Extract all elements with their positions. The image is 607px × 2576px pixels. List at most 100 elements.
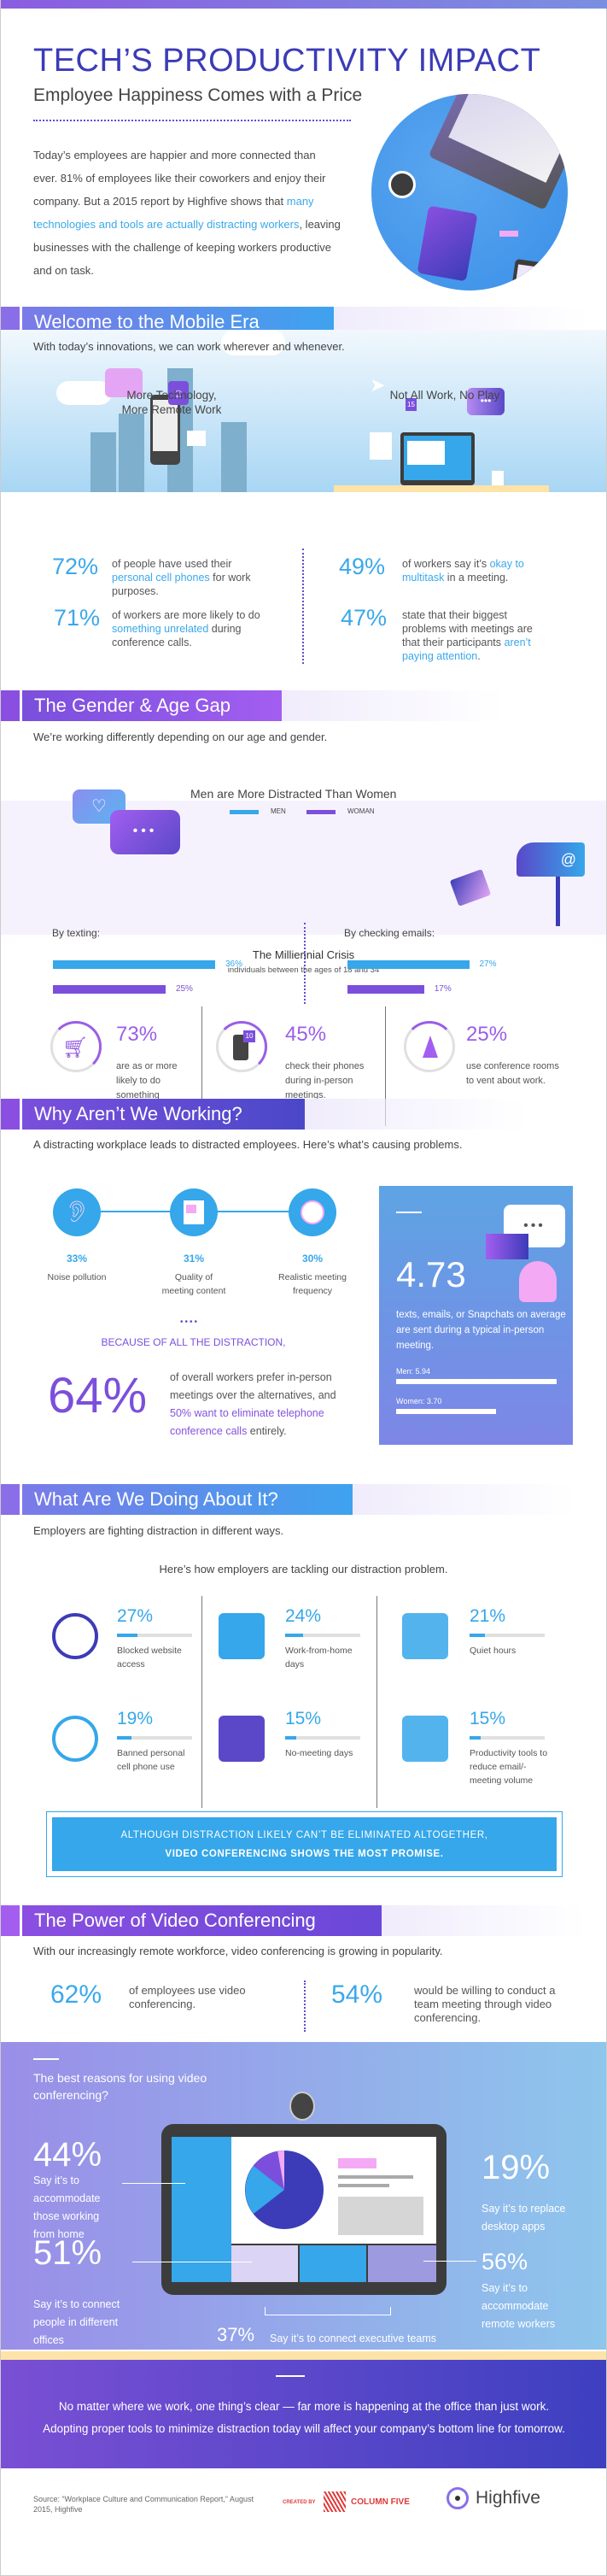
tactic-label: No-meeting days <box>285 1748 353 1758</box>
connector-44 <box>122 2183 185 2184</box>
clock-icon <box>289 1188 336 1236</box>
created-by-label: CREATED BY <box>283 2500 316 2505</box>
usb-icon <box>499 231 518 237</box>
laptop-icon <box>428 94 568 211</box>
accent-dash <box>33 2058 59 2060</box>
video-stat-54: 54% <box>331 1980 383 2009</box>
source-citation: Source: “Workplace Culture and Communica… <box>33 2495 254 2514</box>
mailbox-post <box>556 877 560 926</box>
tactic-label: Productivity tools to reduce email/-meet… <box>470 1748 548 1786</box>
closing-banner: No matter where we work, one thing’s cle… <box>1 2360 606 2468</box>
texting-men-bar <box>53 960 215 969</box>
coffee-cup-icon <box>388 171 416 198</box>
highfive-logo-icon <box>446 2487 469 2509</box>
notification-badge: 10 <box>243 1030 255 1042</box>
section-lead: We’re working differently depending on o… <box>33 731 328 743</box>
men-label: Men: 5.94 <box>396 1367 431 1376</box>
tactic-label: Banned personal cell phone use <box>117 1748 185 1772</box>
divider <box>201 1700 202 1808</box>
section-header-gender: The Gender & Age Gap <box>1 690 607 721</box>
monitor-sidebar <box>172 2137 231 2282</box>
dotted-divider <box>33 120 351 121</box>
cause-label-3: Realistic meeting frequency <box>278 1272 347 1296</box>
tactic-fill <box>470 1634 486 1637</box>
phone-icon <box>509 258 545 290</box>
tactic-track <box>470 1634 545 1637</box>
tactic-pct: 24% <box>285 1606 322 1626</box>
millennial-pct-2: 45% <box>285 1023 327 1046</box>
cause-label-1: Noise pollution <box>47 1272 107 1282</box>
texting-men-label: 36% <box>225 959 243 969</box>
section-lead: A distracting workplace leads to distrac… <box>33 1138 463 1151</box>
millennial-title: The Milliennial Crisis <box>252 948 355 961</box>
cause-pct-2: 31% <box>183 1253 205 1265</box>
intro-text: Today’s employees are happier and more c… <box>33 149 326 208</box>
stat-72: 72% <box>52 554 99 579</box>
tactic-fill <box>117 1736 131 1740</box>
chart-title: Men are More Distracted Than Women <box>190 787 397 801</box>
stat-49: 49% <box>339 554 386 579</box>
reason-pct-56: 56% <box>482 2249 528 2274</box>
because-heading: BECAUSE OF ALL THE DISTRACTION, <box>101 1336 286 1348</box>
stat-49-text: of workers say it’s okay to multitask in… <box>402 558 524 584</box>
legend-women-label: WOMAN <box>347 807 375 815</box>
section-title: Why Aren’t We Working? <box>34 1103 242 1124</box>
left-illustration-title: More Technology, More Remote Work <box>121 389 222 416</box>
legend-women-swatch <box>306 810 336 814</box>
divider <box>376 1596 377 1704</box>
reason-text-51: Say it’s to connect people in different … <box>33 2298 120 2346</box>
doing-subheading: Here’s how employers are tackling our di… <box>159 1563 448 1576</box>
closing-text: No matter where we work, one thing’s cle… <box>43 2400 565 2435</box>
tactic-fill <box>470 1736 482 1740</box>
connector-56 <box>423 2261 476 2262</box>
cause-pct-3: 30% <box>301 1253 324 1265</box>
women-bar <box>396 1409 497 1414</box>
texting-women-label: 25% <box>175 984 193 994</box>
video-stat-62: 62% <box>50 1980 102 2009</box>
accent-dash <box>276 2375 305 2377</box>
cause-label-2: Quality of meeting content <box>161 1272 226 1296</box>
connector-37 <box>265 2307 391 2315</box>
dotted-separator <box>302 549 304 664</box>
video-tile-2 <box>300 2245 366 2282</box>
legend-men-swatch <box>230 810 259 814</box>
agency-name[interactable]: COLUMN FIVE <box>351 2497 410 2507</box>
tactic-fill <box>285 1634 304 1637</box>
promise-callout: ALTHOUGH DISTRACTION LIKELY CAN’T BE ELI… <box>46 1811 563 1877</box>
tactic-fill <box>285 1736 297 1740</box>
cause-pct-1: 33% <box>66 1253 88 1265</box>
mute-speaker-icon <box>402 1613 448 1659</box>
video-tile-1 <box>231 2245 298 2282</box>
blocked-website-icon <box>52 1613 98 1659</box>
tactic-pct: 15% <box>470 1709 506 1728</box>
promise-line-1: ALTHOUGH DISTRACTION LIKELY CAN’T BE ELI… <box>120 1830 488 1840</box>
tactic-track <box>285 1634 360 1637</box>
brand-name[interactable]: Highfive <box>476 2488 540 2509</box>
intro-paragraph: Today’s employees are happier and more c… <box>33 144 341 282</box>
typing-bubble-icon: ••• <box>110 810 180 854</box>
tools-icon <box>402 1716 448 1762</box>
desk-illustration <box>371 94 568 290</box>
millennial-text-2: check their phones during in-person meet… <box>285 1061 365 1100</box>
envelope-icon <box>187 431 206 446</box>
calendar-icon <box>219 1716 265 1762</box>
section-header-why: Why Aren’t We Working? <box>1 1099 607 1130</box>
video-stat-54-text: would be willing to conduct a team meeti… <box>414 1984 556 2024</box>
ear-noise-icon: 👂︎ <box>53 1188 101 1236</box>
notebook-icon <box>417 205 478 282</box>
mailbox-icon: @ <box>517 842 585 877</box>
reason-text-37: Say it’s to connect executive teams <box>270 2332 437 2344</box>
snapchat-ghost-icon <box>519 1261 557 1302</box>
messages-per-meeting-card: ••• 4.73 texts, emails, or Snapchats on … <box>379 1186 573 1445</box>
laptop-screen-icon <box>400 432 475 485</box>
section-header-doing: What Are We Doing About It? <box>1 1484 607 1515</box>
millennial-pct-3: 25% <box>466 1023 508 1046</box>
section-lead: With our increasingly remote workforce, … <box>33 1945 443 1957</box>
section-header-video: The Power of Video Conferencing <box>1 1905 607 1936</box>
desk-surface <box>334 485 549 492</box>
millennial-text-3: use conference rooms to vent about work. <box>466 1061 559 1086</box>
men-bar <box>396 1379 557 1384</box>
video-stat-62-text: of employees use video conferencing. <box>129 1984 246 2010</box>
mug-icon <box>492 471 504 486</box>
house-icon <box>219 1613 265 1659</box>
